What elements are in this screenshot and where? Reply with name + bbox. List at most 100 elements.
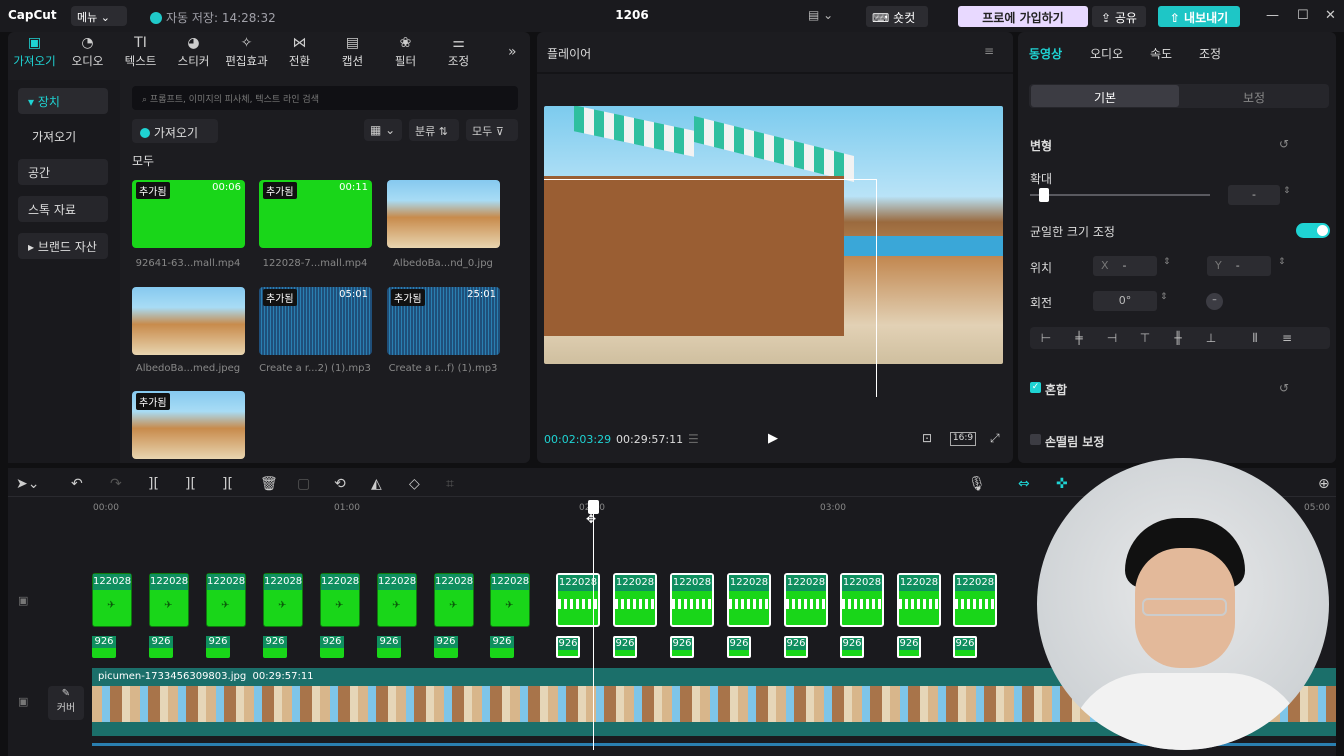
- link-icon[interactable]: ⇔: [1018, 476, 1030, 492]
- position-x-input[interactable]: X -: [1093, 256, 1157, 276]
- subtab-retouch[interactable]: 보정: [1181, 85, 1327, 107]
- tab-effects[interactable]: ✧ 편집효과: [220, 32, 273, 72]
- split-icon[interactable]: ][: [148, 476, 159, 492]
- tab-caption[interactable]: ▤ 캡션: [326, 32, 379, 72]
- cover-button[interactable]: ✎ 커버: [48, 686, 84, 720]
- scale-slider[interactable]: [1030, 194, 1210, 196]
- align-top-icon[interactable]: ⊤: [1135, 331, 1155, 345]
- stepper-arrows-icon[interactable]: ⇕: [1160, 292, 1168, 302]
- align-right-icon[interactable]: ⊣: [1102, 331, 1122, 345]
- small-clip[interactable]: 926: [263, 636, 287, 658]
- timeline-clip[interactable]: 122028 ✈: [92, 573, 132, 627]
- uniform-scale-toggle[interactable]: [1296, 223, 1330, 238]
- small-clip-selected[interactable]: 926: [784, 636, 808, 658]
- timeline-clip[interactable]: 122028 ✈: [377, 573, 417, 627]
- stepper-arrows-icon[interactable]: ⇕: [1278, 257, 1286, 267]
- stepper-arrows-icon[interactable]: ⇕: [1283, 186, 1291, 196]
- search-input[interactable]: ⌕ 프롬프트, 이미지의 피사체, 텍스트 라인 검색: [132, 86, 518, 110]
- select-tool-icon[interactable]: ➤⌄: [16, 476, 39, 492]
- track-visibility-icon[interactable]: ▣: [18, 695, 28, 708]
- nav-space[interactable]: 공간: [18, 159, 108, 185]
- delete-icon[interactable]: 🗑: [260, 476, 278, 492]
- close-icon[interactable]: ✕: [1325, 8, 1336, 23]
- blend-checkbox[interactable]: ✓: [1030, 382, 1041, 393]
- maximize-icon[interactable]: ☐: [1297, 8, 1309, 23]
- small-clip-selected[interactable]: 926: [840, 636, 864, 658]
- play-icon[interactable]: ▶: [768, 431, 778, 446]
- tab-video[interactable]: 동영상: [1029, 45, 1062, 62]
- ratio-button[interactable]: 16:9: [950, 432, 976, 446]
- rotation-dial-icon[interactable]: –: [1206, 293, 1223, 310]
- tab-adjust-props[interactable]: 조정: [1199, 45, 1221, 62]
- nav-brand[interactable]: ▸ 브랜드 자산: [18, 233, 108, 259]
- small-clip[interactable]: 926: [92, 636, 116, 658]
- media-thumb-3[interactable]: [132, 287, 245, 355]
- align-center-h-icon[interactable]: ╪: [1069, 331, 1089, 345]
- zoom-in-icon[interactable]: ⊕: [1318, 476, 1330, 492]
- view-toggle[interactable]: ▦ ⌄: [364, 119, 402, 141]
- timeline-clip-selected[interactable]: 122028: [613, 573, 657, 627]
- tab-sticker[interactable]: ◕ 스티커: [167, 32, 220, 72]
- stepper-arrows-icon[interactable]: ⇕: [1163, 257, 1171, 267]
- position-y-input[interactable]: Y -: [1207, 256, 1271, 276]
- align-bottom-icon[interactable]: ⊥: [1201, 331, 1221, 345]
- reset-icon[interactable]: ↺: [1279, 137, 1289, 151]
- reverse-icon[interactable]: ⟲: [334, 476, 346, 492]
- project-title[interactable]: 1206: [600, 8, 664, 22]
- scale-slider-knob[interactable]: [1039, 188, 1050, 202]
- small-clip[interactable]: 926: [149, 636, 173, 658]
- timeline-clip-selected[interactable]: 122028: [897, 573, 941, 627]
- redo-icon[interactable]: ↷: [110, 476, 122, 492]
- export-button[interactable]: ⇧ 내보내기: [1158, 6, 1240, 27]
- media-thumb-4[interactable]: 추가됨 05:01: [259, 287, 372, 355]
- media-thumb-0[interactable]: 추가됨 00:06: [132, 180, 245, 248]
- small-clip-selected[interactable]: 926: [727, 636, 751, 658]
- mirror-icon[interactable]: ◭: [371, 476, 382, 492]
- filter-button[interactable]: 모두 ⊽: [466, 119, 518, 141]
- timeline-clip-selected[interactable]: 122028: [840, 573, 884, 627]
- nav-device[interactable]: ▾ 장치: [18, 88, 108, 114]
- small-clip[interactable]: 926: [206, 636, 230, 658]
- small-clip-selected[interactable]: 926: [670, 636, 694, 658]
- timeline-clip-selected[interactable]: 122028: [953, 573, 997, 627]
- timeline-clip[interactable]: 122028 ✈: [490, 573, 530, 627]
- small-clip[interactable]: 926: [320, 636, 344, 658]
- sort-button[interactable]: 분류 ⇅: [409, 119, 459, 141]
- preview-canvas[interactable]: [544, 106, 1003, 364]
- distribute-h-icon[interactable]: ⫴: [1245, 331, 1265, 345]
- timeline-clip-selected[interactable]: 122028: [727, 573, 771, 627]
- tab-import[interactable]: ▣ 가져오기: [8, 32, 61, 72]
- small-clip-selected[interactable]: 926: [556, 636, 580, 658]
- playhead[interactable]: [593, 500, 594, 750]
- shortcut-button[interactable]: ⌨ 숏컷: [866, 6, 928, 27]
- rotate-icon[interactable]: ◇: [409, 476, 420, 492]
- minimize-icon[interactable]: —: [1266, 8, 1279, 23]
- magnet-icon[interactable]: ✜: [1056, 476, 1068, 492]
- menu-button[interactable]: 메뉴 ⌄: [71, 6, 127, 26]
- bars-icon[interactable]: ☰: [688, 432, 699, 446]
- timeline-clip[interactable]: 122028 ✈: [263, 573, 303, 627]
- distribute-v-icon[interactable]: ≡: [1277, 331, 1297, 345]
- mask-icon[interactable]: ▢: [297, 476, 310, 492]
- small-clip[interactable]: 926: [377, 636, 401, 658]
- trim-right-icon[interactable]: ][: [222, 476, 233, 492]
- fullscreen-icon[interactable]: ⤢: [990, 431, 1000, 446]
- layout-icon[interactable]: ▤ ⌄: [808, 8, 836, 24]
- hamburger-icon[interactable]: ≡: [984, 44, 994, 58]
- tab-audio[interactable]: ◔ 오디오: [61, 32, 114, 72]
- track-visibility-icon[interactable]: ▣: [18, 594, 28, 607]
- timeline-clip[interactable]: 122028 ✈: [149, 573, 189, 627]
- stabilize-checkbox[interactable]: [1030, 434, 1041, 445]
- nav-stock[interactable]: 스톡 자료: [18, 196, 108, 222]
- scale-input[interactable]: -: [1228, 185, 1280, 205]
- timeline-clip-selected[interactable]: 122028: [784, 573, 828, 627]
- tab-speed[interactable]: 속도: [1150, 45, 1172, 62]
- media-thumb-6[interactable]: 추가됨: [132, 391, 245, 459]
- tab-filter[interactable]: ❀ 필터: [379, 32, 432, 72]
- small-clip[interactable]: 926: [434, 636, 458, 658]
- focus-icon[interactable]: ⊡: [922, 431, 932, 445]
- share-button[interactable]: ⇪ 공유: [1092, 6, 1146, 27]
- media-thumb-1[interactable]: 추가됨 00:11: [259, 180, 372, 248]
- trim-left-icon[interactable]: ][: [185, 476, 196, 492]
- transform-label[interactable]: 변형: [1030, 137, 1052, 154]
